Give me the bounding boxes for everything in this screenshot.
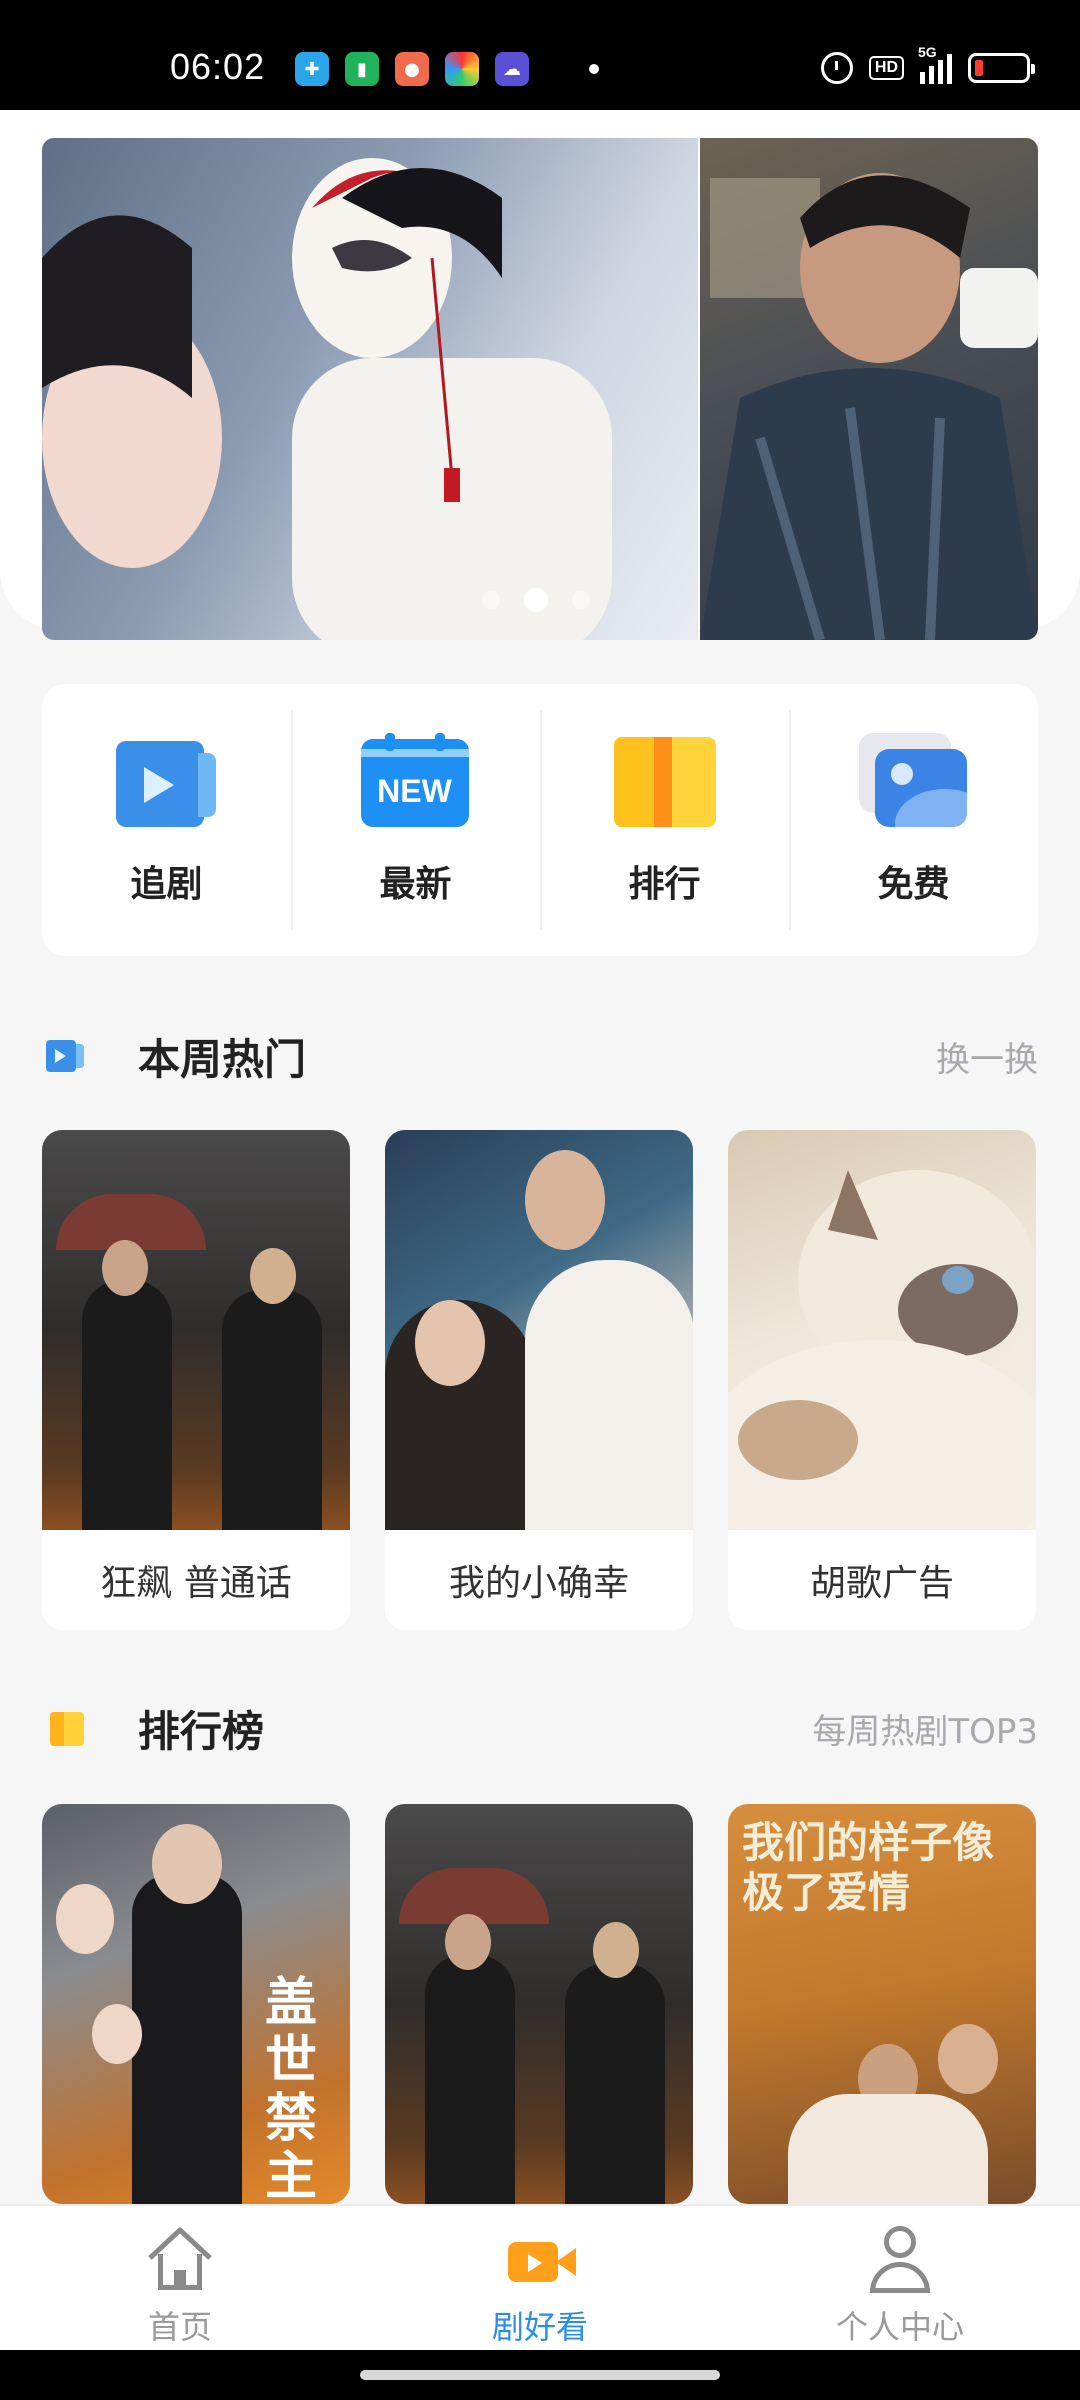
poster-title-text: 我们的样子像极了爱情 bbox=[742, 1818, 995, 1917]
poster-image bbox=[385, 1130, 693, 1530]
banner-dot[interactable] bbox=[482, 591, 500, 609]
more-notifications-dot bbox=[589, 64, 599, 74]
user-icon bbox=[864, 2224, 936, 2296]
category-ranking[interactable]: 排行 bbox=[540, 684, 789, 956]
network-type: 5G bbox=[918, 44, 937, 60]
banner-dot-active[interactable] bbox=[524, 588, 548, 612]
hot-card[interactable]: 胡歌广告 bbox=[728, 1130, 1036, 1630]
battery-app-icon: ▮ bbox=[345, 52, 379, 86]
hot-card[interactable]: 狂飙 普通话 bbox=[42, 1130, 350, 1630]
system-gesture-bar bbox=[0, 2350, 1080, 2400]
status-indicators: HD 5G bbox=[820, 44, 1035, 84]
free-image-icon bbox=[858, 733, 969, 829]
category-label: 排行 bbox=[628, 864, 701, 905]
category-free[interactable]: 免费 bbox=[789, 684, 1038, 956]
hot-card-title: 狂飙 普通话 bbox=[100, 1563, 292, 1604]
colorwheel-app-icon bbox=[445, 52, 479, 86]
rank-card[interactable] bbox=[385, 1804, 693, 2204]
status-app-icons: ✚ ▮ ● ☁ bbox=[295, 52, 599, 86]
banner-dot[interactable] bbox=[572, 591, 590, 609]
home-gesture-handle[interactable] bbox=[360, 2370, 720, 2380]
banner-modern-illustration bbox=[700, 173, 1038, 640]
banner-slide-next[interactable] bbox=[700, 138, 1038, 640]
rank-list: 盖世禁主 我们的样子像极了爱情 bbox=[42, 1804, 1038, 2204]
rank-bars-icon bbox=[610, 733, 720, 829]
hot-section-header: 本周热门 换一换 bbox=[42, 1026, 1038, 1086]
category-label: 最新 bbox=[379, 864, 452, 905]
nav-label: 剧好看 bbox=[491, 2308, 588, 2346]
banner-costume-illustration bbox=[42, 158, 612, 640]
banner-carousel[interactable] bbox=[0, 110, 1080, 640]
new-calendar-icon: NEW bbox=[360, 733, 471, 829]
poster-title-text: 盖世禁主 bbox=[264, 1972, 317, 2205]
rank-card[interactable]: 我们的样子像极了爱情 bbox=[728, 1804, 1036, 2204]
hot-card-title: 我的小确幸 bbox=[448, 1563, 629, 1604]
poster-image bbox=[728, 1130, 1036, 1530]
play-card-icon bbox=[112, 733, 222, 829]
weather-app-icon: ☁ bbox=[495, 52, 529, 86]
section-title: 本周热门 bbox=[138, 1034, 307, 1084]
nav-label: 首页 bbox=[147, 2308, 212, 2346]
health-app-icon: ✚ bbox=[295, 52, 329, 86]
status-time: 06:02 bbox=[170, 46, 266, 87]
category-label: 追剧 bbox=[130, 864, 203, 905]
status-bar: 06:02 ✚ ▮ ● ☁ HD 5G bbox=[0, 0, 1080, 110]
nav-label: 个人中心 bbox=[835, 2308, 964, 2346]
signal-icon: 5G bbox=[918, 44, 952, 84]
nav-profile[interactable]: 个人中心 bbox=[720, 2206, 1080, 2350]
section-title: 排行榜 bbox=[138, 1706, 265, 1756]
chili-app-icon: ● bbox=[395, 52, 429, 86]
hd-badge: HD bbox=[868, 56, 904, 80]
nav-home[interactable]: 首页 bbox=[0, 2206, 360, 2350]
weekly-top3-link[interactable]: 每周热剧TOP3 bbox=[812, 1704, 1038, 1753]
battery-icon bbox=[968, 53, 1035, 83]
category-latest[interactable]: NEW 最新 bbox=[291, 684, 540, 956]
rank-card[interactable]: 盖世禁主 bbox=[42, 1804, 350, 2204]
hot-list: 狂飙 普通话 我的小确幸 胡歌广告 bbox=[42, 1130, 1038, 1630]
rank-section-icon bbox=[42, 1710, 86, 1746]
banner-pagination bbox=[482, 588, 590, 612]
alarm-icon bbox=[820, 52, 853, 84]
new-badge-text: NEW bbox=[377, 773, 452, 809]
video-camera-icon bbox=[504, 2224, 576, 2296]
rank-section-header: 排行榜 每周热剧TOP3 bbox=[42, 1698, 1038, 1758]
banner-slide-main[interactable] bbox=[42, 138, 698, 640]
hot-card[interactable]: 我的小确幸 bbox=[385, 1130, 693, 1630]
poster-image bbox=[42, 1130, 350, 1530]
category-label: 免费 bbox=[877, 864, 950, 905]
bottom-navigation: 首页 剧好看 个人中心 bbox=[0, 2204, 1080, 2350]
refresh-button[interactable]: 换一换 bbox=[936, 1032, 1038, 1081]
category-follow[interactable]: 追剧 bbox=[42, 684, 291, 956]
category-shortcuts: 追剧 NEW 最新 排行 免费 bbox=[42, 684, 1038, 956]
hot-card-title: 胡歌广告 bbox=[809, 1563, 954, 1604]
nav-drama[interactable]: 剧好看 bbox=[360, 2206, 720, 2350]
hot-section-icon bbox=[42, 1038, 86, 1074]
home-icon bbox=[144, 2224, 216, 2296]
